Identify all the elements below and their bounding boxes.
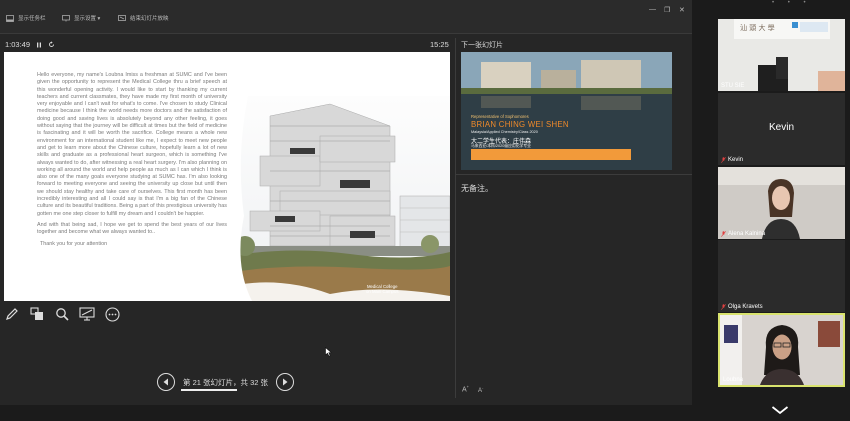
participant-tile-loubna-active-speaker[interactable]: Loubna bbox=[718, 313, 845, 387]
slides-grid-icon bbox=[30, 307, 43, 320]
next-slide-name: BRIAN CHING WEI SHEN bbox=[471, 120, 569, 129]
current-time: 15:25 bbox=[430, 40, 449, 49]
slide-counter[interactable]: 第 21 张幻灯片，共 32 张 bbox=[181, 377, 270, 388]
restart-timer-icon[interactable] bbox=[48, 41, 55, 48]
end-slideshow-button[interactable]: 结束幻灯片放映 bbox=[118, 12, 169, 24]
mic-muted-icon bbox=[721, 157, 726, 163]
participant-tile-stu-sie[interactable]: 汕 頭 大 學 STU SIE bbox=[718, 19, 845, 91]
show-taskbar-button[interactable]: 显示任务栏 bbox=[6, 12, 46, 24]
next-slide-sub1: Malaysia/Applied Chemistry/Class 2020 bbox=[471, 130, 538, 134]
participant-name-text: Olga Kravets bbox=[728, 304, 763, 310]
participant-tile-kevin[interactable]: Kevin Kevin bbox=[718, 93, 845, 165]
increase-font-button[interactable]: A+ bbox=[462, 384, 469, 393]
screen-icon bbox=[79, 307, 95, 321]
participant-video: 汕 頭 大 學 bbox=[718, 19, 845, 91]
participant-name: Kevin bbox=[721, 157, 743, 163]
elapsed-timer: 1:03:49 bbox=[5, 40, 55, 49]
pane-divider[interactable] bbox=[455, 38, 456, 398]
next-slide-rep: Representative of Sophomores bbox=[471, 114, 529, 119]
slide-paragraph: Thank you for your attention bbox=[40, 240, 108, 247]
participant-name: Olga Kravets bbox=[721, 304, 763, 310]
next-slide-preview[interactable]: Representative of Sophomores BRIAN CHING… bbox=[461, 52, 672, 170]
end-slideshow-label: 结束幻灯片放映 bbox=[130, 16, 169, 22]
previous-slide-button[interactable] bbox=[157, 373, 175, 391]
next-slide-bar bbox=[471, 149, 631, 160]
slide-tools bbox=[4, 306, 120, 322]
current-slide[interactable]: Hello everyone, my name's Loubna Imiss a… bbox=[4, 52, 450, 301]
presenter-view: 显示任务栏 显示设置 ▾ 结束幻灯片放映 — ❐ ✕ 1:03:49 15:25… bbox=[0, 0, 692, 405]
caption-line: on Main Campus bbox=[366, 289, 399, 294]
monitor-icon bbox=[62, 14, 70, 21]
pause-icon[interactable] bbox=[36, 42, 42, 48]
participant-video bbox=[718, 167, 845, 239]
participant-name: STU SIE bbox=[721, 83, 744, 89]
participant-name-text: STU SIE bbox=[721, 83, 745, 89]
participant-name: Alena Kalnina bbox=[721, 231, 765, 237]
screen: 显示任务栏 显示设置 ▾ 结束幻灯片放映 — ❐ ✕ 1:03:49 15:25… bbox=[0, 0, 850, 421]
chevron-down-icon[interactable] bbox=[771, 405, 789, 415]
zoom-button[interactable] bbox=[54, 306, 70, 322]
photo-caption: Medical College on Main Campus bbox=[366, 284, 398, 294]
display-settings-label: 显示设置 ▾ bbox=[74, 16, 101, 22]
participant-name-text: Loubna bbox=[723, 377, 744, 383]
timer-value: 1:03:49 bbox=[5, 40, 31, 49]
see-all-slides-button[interactable] bbox=[29, 306, 45, 322]
slide-counter-underline bbox=[181, 389, 237, 391]
participant-video bbox=[720, 315, 843, 385]
mouse-cursor-icon bbox=[325, 347, 332, 357]
notes-divider[interactable] bbox=[455, 174, 692, 175]
medical-college-photo bbox=[230, 96, 450, 301]
slide-speech-text: Hello everyone, my name's Loubna Imiss a… bbox=[37, 72, 227, 252]
participant-name-text: Kevin bbox=[728, 157, 744, 163]
speaker-notes[interactable]: 无备注。 bbox=[461, 183, 493, 194]
gallery-handle[interactable]: • • • bbox=[772, 0, 812, 6]
taskbar-icon bbox=[6, 14, 14, 22]
participant-tile-olga[interactable]: Olga Kravets bbox=[718, 240, 845, 312]
display-settings-button[interactable]: 显示设置 ▾ bbox=[62, 12, 100, 24]
participant-name-text: Alena Kalnina bbox=[728, 231, 766, 237]
slide-paragraph: Hello everyone, my name's Loubna Imiss a… bbox=[37, 72, 227, 217]
participant-tile-alena[interactable]: Alena Kalnina bbox=[718, 167, 845, 239]
pen-tool-button[interactable] bbox=[4, 306, 20, 322]
mic-muted-icon bbox=[721, 304, 726, 310]
restore-icon[interactable]: ❐ bbox=[664, 6, 670, 14]
magnifier-icon bbox=[56, 308, 69, 321]
next-slide-label: 下一张幻灯片 bbox=[461, 42, 503, 49]
minimize-icon[interactable]: — bbox=[649, 6, 656, 13]
mic-muted-icon bbox=[721, 231, 726, 237]
svg-text:汕 頭 大 學: 汕 頭 大 學 bbox=[740, 23, 775, 32]
end-show-icon bbox=[118, 14, 126, 21]
previous-icon bbox=[163, 378, 168, 386]
more-icon bbox=[104, 306, 120, 322]
next-icon bbox=[283, 378, 288, 386]
participant-name: Loubna bbox=[723, 377, 743, 383]
participant-avatar-name: Kevin bbox=[768, 122, 794, 133]
next-slide-button[interactable] bbox=[276, 373, 295, 391]
slide-paragraph: And with that being sad, I hope we get t… bbox=[37, 221, 227, 236]
presenter-toolbar: 显示任务栏 显示设置 ▾ 结束幻灯片放映 — ❐ ✕ bbox=[0, 0, 692, 34]
slide-navigation: 第 21 张幻灯片，共 32 张 bbox=[157, 372, 295, 392]
black-screen-button[interactable] bbox=[79, 306, 95, 322]
more-options-button[interactable] bbox=[104, 306, 120, 322]
show-taskbar-label: 显示任务栏 bbox=[18, 16, 46, 22]
decrease-font-button[interactable]: A- bbox=[478, 385, 483, 394]
pen-icon bbox=[6, 308, 18, 320]
close-icon[interactable]: ✕ bbox=[679, 6, 685, 14]
